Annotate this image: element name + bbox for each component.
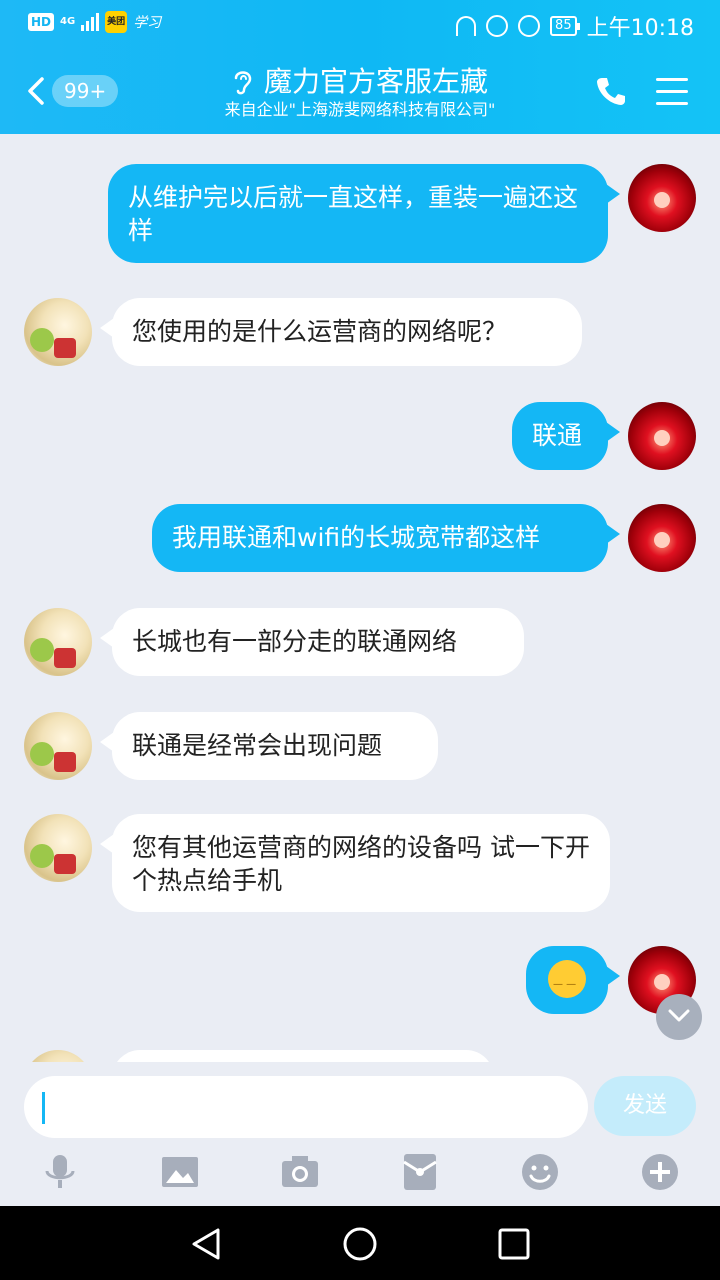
message-bubble-outgoing[interactable]: 联通 [512,402,608,470]
message-list[interactable]: 从维护完以后就一直这样，重装一遍还这样 您使用的是什么运营商的网络呢？ 联通 我… [0,134,720,1062]
nav-back-icon[interactable] [188,1226,224,1262]
unread-count-badge[interactable]: 99+ [52,75,119,107]
message-bubble-incoming[interactable]: 长城也有一部分走的联通网络 [112,608,524,676]
status-bar: HD 4G 美团 学习 85 上午10:18 [0,0,720,48]
message-input[interactable] [24,1076,588,1138]
my-avatar[interactable] [628,402,696,470]
alarm-icon [486,15,509,37]
bubble-tail [606,966,620,986]
agent-avatar[interactable] [24,1050,92,1062]
agent-avatar[interactable] [24,298,92,366]
bubble-tail [606,184,620,204]
red-packet-icon[interactable] [400,1152,440,1192]
emoji-icon[interactable] [520,1152,560,1192]
speed-icon [518,15,541,37]
chat-title-area[interactable]: 魔力官方客服左藏 来自企业"上海游斐网络科技有限公司" [160,64,560,120]
camera-icon[interactable] [280,1152,320,1192]
contact-name: 魔力官方客服左藏 [263,65,488,98]
hd-indicator: HD [28,13,55,31]
battery-icon: 85 [550,16,580,36]
contact-company: 来自企业"上海游斐网络科技有限公司" [224,100,496,119]
top-bar: HD 4G 美团 学习 85 上午10:18 99+ 魔力官方客服左藏 来自企业… [0,0,720,134]
message-bubble-outgoing[interactable]: 我用联通和wifi的长城宽带都这样 [152,504,608,572]
sweat-smile-emoji-icon [548,960,586,1001]
bubble-tail [606,422,620,442]
nav-recents-icon[interactable] [496,1226,532,1262]
network-type: 4G [60,16,76,27]
agent-avatar[interactable] [24,814,92,882]
message-bubble-incoming[interactable]: 您有其他运营商的网络的设备吗 试一下开个热点给手机 [112,814,610,912]
system-navigation-bar [0,1206,720,1280]
nav-home-icon[interactable] [342,1226,378,1262]
my-avatar[interactable] [628,504,696,572]
phone-icon[interactable] [594,74,628,108]
study-app-icon: 学习 [133,15,162,31]
menu-icon[interactable] [656,78,688,106]
microphone-icon[interactable] [40,1152,80,1192]
composer: 发送 [0,1062,720,1206]
plus-icon[interactable] [640,1152,680,1192]
agent-avatar[interactable] [24,712,92,780]
back-arrow-icon[interactable] [26,76,46,106]
ear-icon [234,71,252,95]
message-bubble-incoming[interactable]: 联通是经常会出现问题 [112,712,438,780]
text-cursor [42,1092,45,1124]
image-icon[interactable] [160,1152,200,1192]
send-button[interactable]: 发送 [594,1076,696,1136]
clock: 上午10:18 [586,16,694,41]
message-bubble-outgoing[interactable]: 从维护完以后就一直这样，重装一遍还这样 [108,164,608,263]
scroll-to-bottom-button[interactable] [656,994,702,1040]
message-bubble-incoming[interactable]: 您使用的是什么运营商的网络呢？ [112,298,582,366]
agent-avatar[interactable] [24,608,92,676]
my-avatar[interactable] [628,164,696,232]
message-bubble-incoming[interactable] [112,1050,494,1062]
headset-icon [456,16,477,36]
signal-icon [81,13,100,31]
meituan-app-icon: 美团 [105,11,128,33]
bubble-tail [606,524,620,544]
chevron-down-icon [668,1009,690,1022]
message-bubble-outgoing[interactable] [526,946,608,1014]
